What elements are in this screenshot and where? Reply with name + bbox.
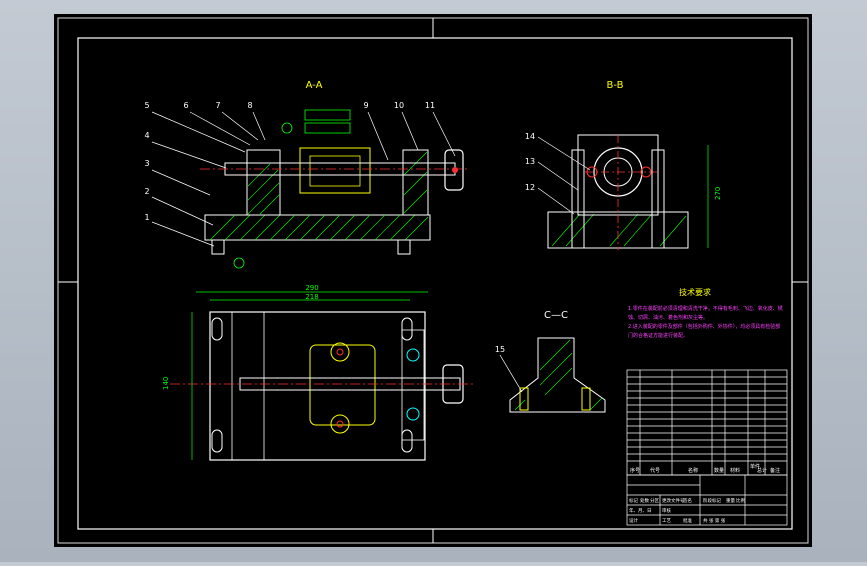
- tb-weight: 重量: [726, 497, 735, 504]
- header-material: 材料: [730, 467, 740, 474]
- tech-req-line-2: 蚀、切屑、油污、着色剂和灰尘等。: [628, 314, 708, 321]
- tech-req-line-3: 2.进入装配的零件及部件（包括外购件、外协件），均必须具有检验部: [628, 323, 780, 330]
- balloon-4: 4: [144, 131, 149, 140]
- balloon-7: 7: [215, 101, 220, 110]
- header-remark: 备注: [770, 467, 780, 474]
- section-aa-label: A-A: [306, 80, 323, 91]
- tb-count: 处数: [640, 497, 649, 504]
- balloon-12: 12: [525, 183, 535, 192]
- balloon-15: 15: [495, 345, 505, 354]
- tb-zone: 分区: [650, 497, 659, 504]
- tb-approve: 批准: [683, 517, 692, 524]
- balloon-14: 14: [525, 132, 535, 141]
- dim-bb-height: 270: [714, 187, 722, 200]
- balloon-5: 5: [144, 101, 149, 110]
- tech-req-line-4: 门的合格证方能进行装配。: [628, 332, 688, 339]
- sheet-background: [54, 14, 812, 547]
- header-no: 序号: [630, 467, 640, 474]
- tb-page: 共 张 第 张: [703, 517, 726, 524]
- balloon-13: 13: [525, 157, 535, 166]
- dim-width-left: 140: [162, 377, 170, 390]
- balloon-8: 8: [247, 101, 252, 110]
- header-qty: 数量: [714, 467, 724, 474]
- tb-stage: 阶段标记: [703, 497, 721, 504]
- tb-review: 审核: [662, 507, 671, 514]
- dim-inner-length: 218: [305, 293, 318, 301]
- balloon-2: 2: [144, 187, 149, 196]
- tech-req-title: 技术要求: [679, 287, 711, 297]
- tb-mark: 标记: [629, 497, 638, 504]
- tb-date: 年、月、日: [629, 507, 652, 514]
- tb-change-doc: 更改文件号: [662, 497, 685, 504]
- tb-process: 工艺: [662, 518, 671, 524]
- tech-req-line-1: 1.零件在装配前必须清理和清洗干净，不得有毛刺、飞边、氧化皮、锈: [628, 305, 783, 312]
- header-code: 代号: [650, 467, 660, 474]
- balloon-9: 9: [363, 101, 368, 110]
- tb-design: 设计: [629, 517, 638, 524]
- cad-viewport: A-A B-B 270 290 218 140 C—C 技术要求 1.零件在装配…: [0, 0, 867, 562]
- balloon-3: 3: [144, 159, 149, 168]
- header-name: 名称: [688, 467, 698, 474]
- tb-sign: 签名: [683, 497, 692, 504]
- tb-scale: 比例: [736, 497, 745, 504]
- dim-overall-length: 290: [305, 284, 318, 292]
- section-bb-label: B-B: [607, 80, 624, 91]
- balloon-6: 6: [183, 101, 188, 110]
- drawing-sheet: A-A B-B 270 290 218 140 C—C 技术要求 1.零件在装配…: [54, 14, 812, 547]
- balloon-11: 11: [425, 101, 435, 110]
- handle-center: [452, 167, 458, 173]
- balloon-1: 1: [144, 213, 149, 222]
- balloon-10: 10: [394, 101, 404, 110]
- section-cc-label: C—C: [544, 310, 568, 321]
- header-total: 总计: [757, 467, 767, 474]
